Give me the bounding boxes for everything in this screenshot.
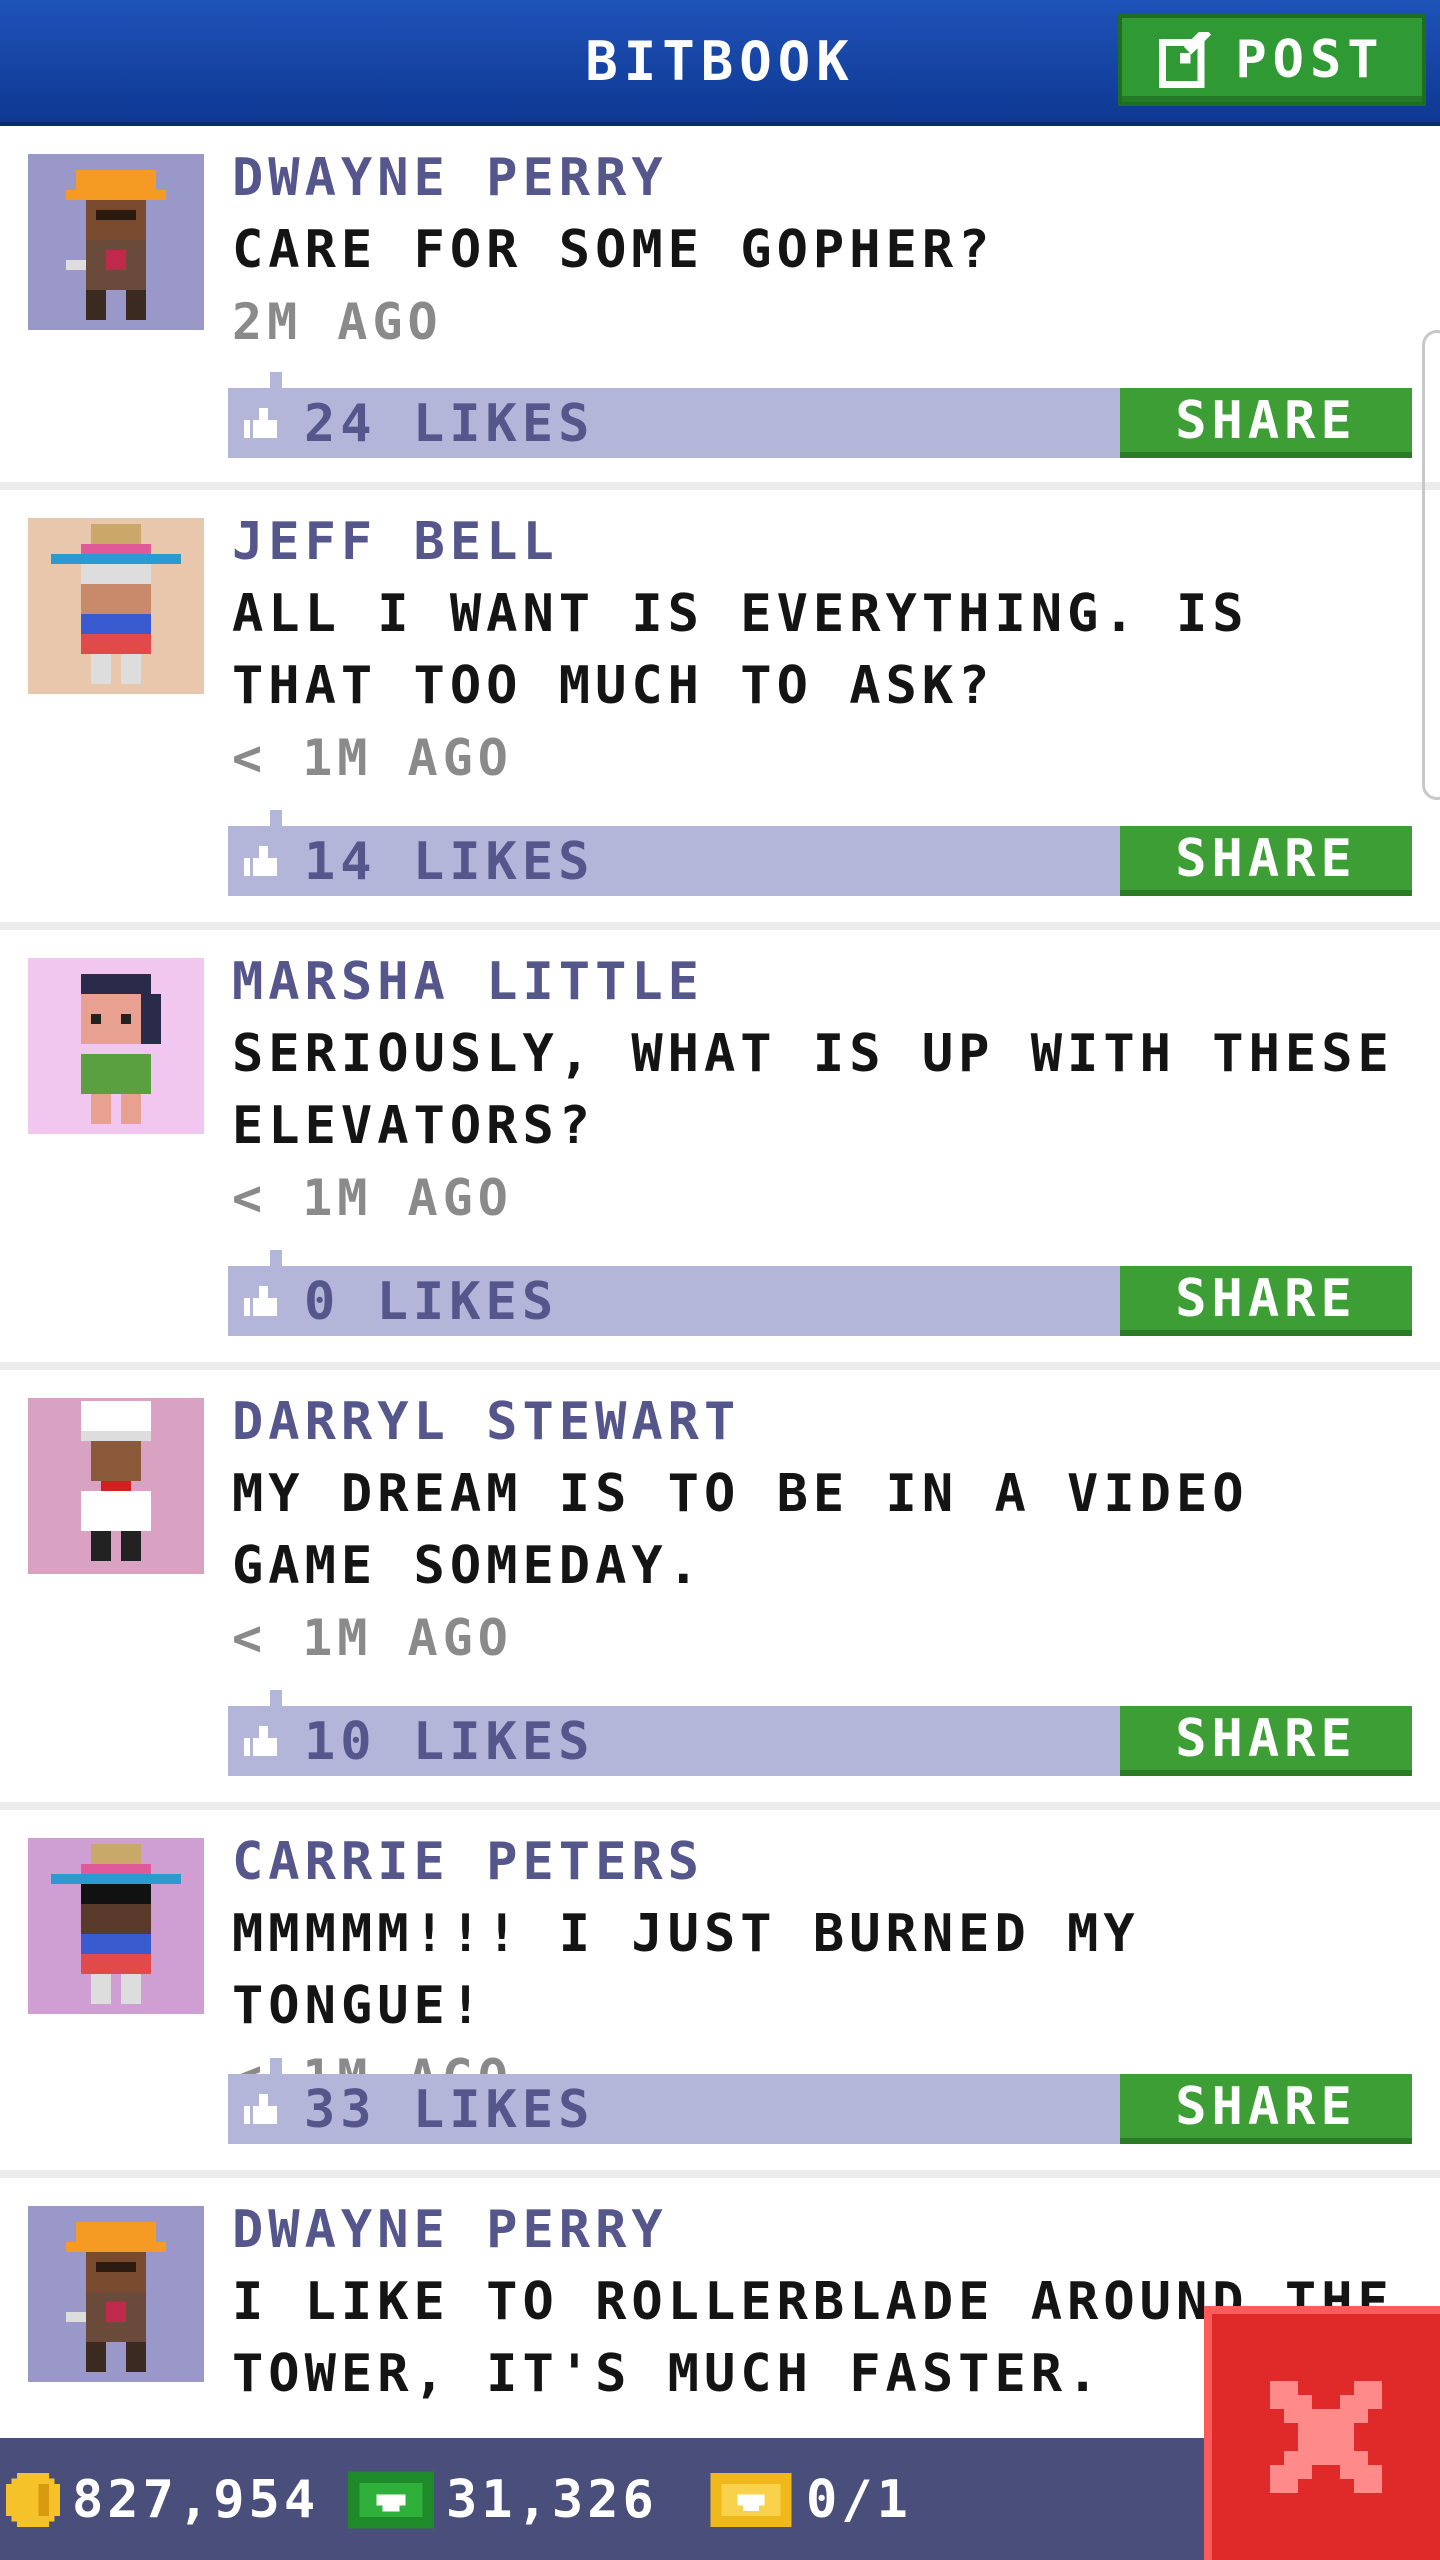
feed-post: DARRYL STEWART MY DREAM IS TO BE IN A VI… <box>0 1370 1440 1810</box>
share-button[interactable]: SHARE <box>1120 388 1412 458</box>
coin-icon <box>6 2473 60 2527</box>
chef-avatar-icon <box>81 1401 151 1561</box>
feed-post: MARSHA LITTLE SERIOUSLY, WHAT IS UP WITH… <box>0 930 1440 1370</box>
post-message: MY DREAM IS TO BE IN A VIDEO GAME SOMEDA… <box>232 1464 1249 1596</box>
likes-bar: 14 LIKES SHARE <box>228 810 1412 896</box>
post-feed[interactable]: DWAYNE PERRY CARE FOR SOME GOPHER? 2M AG… <box>0 122 1440 2438</box>
feed-post: JEFF BELL ALL I WANT IS EVERYTHING. IS T… <box>0 490 1440 930</box>
scroll-indicator[interactable] <box>1422 330 1440 800</box>
post-message: ALL I WANT IS EVERYTHING. IS THAT TOO MU… <box>232 584 1249 716</box>
likes-count: 24 LIKES <box>304 394 595 454</box>
thumbs-up-icon[interactable] <box>244 1286 280 1316</box>
post-author[interactable]: DARRYL STEWART <box>232 1386 1420 1458</box>
post-author[interactable]: JEFF BELL <box>232 506 1420 578</box>
bux-value: 31,326 <box>446 2470 658 2530</box>
likes-bar: 24 LIKES SHARE <box>228 372 1412 458</box>
sombrero-avatar-icon <box>51 524 181 684</box>
thumbs-up-icon[interactable] <box>244 1726 280 1756</box>
avatar <box>28 2206 204 2382</box>
top-header: BITBOOK POST <box>0 0 1440 122</box>
post-author[interactable]: MARSHA LITTLE <box>232 946 1420 1018</box>
post-button-label: POST <box>1235 30 1385 90</box>
likes-count: 10 LIKES <box>304 1712 595 1772</box>
post-timestamp: < 1M AGO <box>232 1609 513 1667</box>
thumbs-up-icon[interactable] <box>244 846 280 876</box>
ticket-icon <box>710 2473 792 2527</box>
likes-count: 33 LIKES <box>304 2080 595 2140</box>
sombrero-sunglasses-avatar-icon <box>51 1844 181 2004</box>
avatar <box>28 1838 204 2014</box>
construction-worker-avatar-icon <box>66 170 166 320</box>
share-button[interactable]: SHARE <box>1120 1266 1412 1336</box>
likes-bar: 0 LIKES SHARE <box>228 1250 1412 1336</box>
tickets-value: 0/1 <box>806 2470 912 2530</box>
post-message: CARE FOR SOME GOPHER? <box>232 220 995 280</box>
likes-bar: 33 LIKES SHARE <box>228 2058 1412 2144</box>
post-button[interactable]: POST <box>1118 14 1426 106</box>
post-timestamp: < 1M AGO <box>232 729 513 787</box>
bux-icon <box>348 2471 434 2529</box>
feed-post: CARRIE PETERS MMMMM!!! I JUST BURNED MY … <box>0 1810 1440 2178</box>
post-timestamp: < 1M AGO <box>232 1169 513 1227</box>
avatar <box>28 958 204 1134</box>
avatar <box>28 518 204 694</box>
post-author[interactable]: DWAYNE PERRY <box>232 2194 1420 2266</box>
post-timestamp: 2M AGO <box>232 293 443 351</box>
close-icon <box>1270 2381 1382 2493</box>
likes-count: 0 LIKES <box>304 1272 559 1332</box>
avatar <box>28 1398 204 1574</box>
feed-post: DWAYNE PERRY CARE FOR SOME GOPHER? 2M AG… <box>0 122 1440 490</box>
coins-value: 827,954 <box>72 2470 320 2530</box>
avatar <box>28 154 204 330</box>
post-author[interactable]: CARRIE PETERS <box>232 1826 1420 1898</box>
share-button[interactable]: SHARE <box>1120 2074 1412 2144</box>
compose-icon <box>1159 32 1212 88</box>
likes-bar: 10 LIKES SHARE <box>228 1690 1412 1776</box>
share-button[interactable]: SHARE <box>1120 826 1412 896</box>
post-message: MMMMM!!! I JUST BURNED MY TONGUE! <box>232 1904 1140 2036</box>
thumbs-up-icon[interactable] <box>244 2094 280 2124</box>
post-author[interactable]: DWAYNE PERRY <box>232 142 1420 214</box>
likes-count: 14 LIKES <box>304 832 595 892</box>
share-button[interactable]: SHARE <box>1120 1706 1412 1776</box>
close-button[interactable] <box>1204 2306 1440 2560</box>
post-message: SERIOUSLY, WHAT IS UP WITH THESE ELEVATO… <box>232 1024 1394 1156</box>
thumbs-up-icon[interactable] <box>244 408 280 438</box>
construction-worker-avatar-icon <box>66 2222 166 2372</box>
woman-avatar-icon <box>81 974 161 1124</box>
